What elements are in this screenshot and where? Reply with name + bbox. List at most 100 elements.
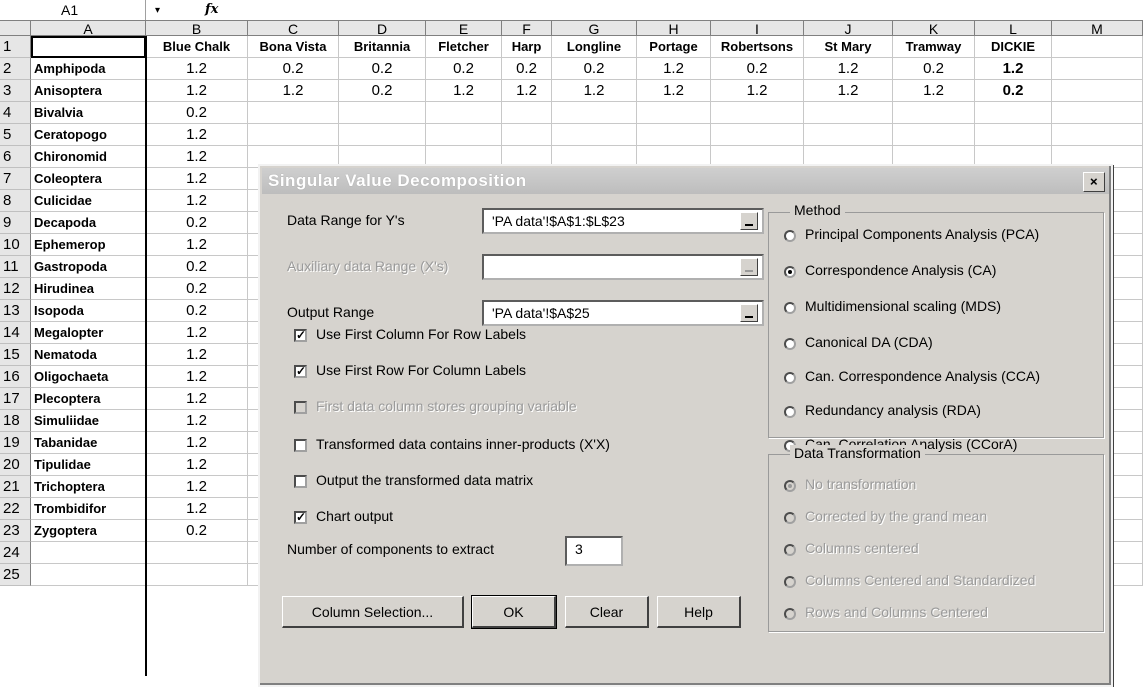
row-label[interactable]: Nematoda: [31, 344, 146, 366]
row-header-21[interactable]: 21: [0, 476, 31, 498]
checkbox-0[interactable]: ✓: [294, 329, 307, 342]
cell[interactable]: [248, 124, 339, 146]
cell[interactable]: [893, 124, 975, 146]
cell[interactable]: 1.2: [426, 80, 502, 102]
cell[interactable]: [637, 102, 711, 124]
cell[interactable]: [248, 102, 339, 124]
cell[interactable]: Tramway: [893, 36, 975, 58]
row-label[interactable]: Ephemerop: [31, 234, 146, 256]
cell[interactable]: 1.2: [146, 322, 248, 344]
row-header-16[interactable]: 16: [0, 366, 31, 388]
column-header-M[interactable]: M: [1052, 21, 1143, 37]
row-label[interactable]: Amphipoda: [31, 58, 146, 80]
row-label[interactable]: Trichoptera: [31, 476, 146, 498]
row-label[interactable]: Oligochaeta: [31, 366, 146, 388]
name-box-dropdown-icon[interactable]: ▾: [155, 0, 160, 22]
cell[interactable]: DICKIE: [975, 36, 1052, 58]
row-header-18[interactable]: 18: [0, 410, 31, 432]
method-radio-0[interactable]: [784, 230, 796, 242]
cell[interactable]: [31, 564, 146, 586]
row-header-8[interactable]: 8: [0, 190, 31, 212]
transform-radio-1[interactable]: [784, 512, 796, 524]
row-header-17[interactable]: 17: [0, 388, 31, 410]
cell[interactable]: [339, 102, 426, 124]
cell[interactable]: [339, 124, 426, 146]
row-label[interactable]: Simuliidae: [31, 410, 146, 432]
aux-range-input[interactable]: [482, 254, 764, 280]
row-header-20[interactable]: 20: [0, 454, 31, 476]
cell[interactable]: [1052, 58, 1143, 80]
row-header-7[interactable]: 7: [0, 168, 31, 190]
column-header-C[interactable]: C: [248, 21, 339, 37]
cell[interactable]: [426, 124, 502, 146]
cell[interactable]: 1.2: [146, 146, 248, 168]
row-label[interactable]: Hirudinea: [31, 278, 146, 300]
cell[interactable]: 1.2: [804, 58, 893, 80]
cell[interactable]: 1.2: [146, 388, 248, 410]
row-header-5[interactable]: 5: [0, 124, 31, 146]
cell[interactable]: 1.2: [637, 58, 711, 80]
cell[interactable]: 1.2: [804, 80, 893, 102]
cell[interactable]: [804, 102, 893, 124]
row-header-15[interactable]: 15: [0, 344, 31, 366]
row-header-23[interactable]: 23: [0, 520, 31, 542]
row-header-6[interactable]: 6: [0, 146, 31, 168]
cell[interactable]: [711, 102, 804, 124]
cell[interactable]: 0.2: [711, 58, 804, 80]
cell[interactable]: St Mary: [804, 36, 893, 58]
row-label[interactable]: Megalopter: [31, 322, 146, 344]
method-radio-5[interactable]: [784, 406, 796, 418]
cell[interactable]: [804, 124, 893, 146]
cell[interactable]: 0.2: [426, 58, 502, 80]
row-label[interactable]: Isopoda: [31, 300, 146, 322]
cell[interactable]: [711, 124, 804, 146]
cell[interactable]: [426, 102, 502, 124]
transform-radio-2[interactable]: [784, 544, 796, 556]
cell[interactable]: 1.2: [248, 80, 339, 102]
cell[interactable]: 1.2: [146, 498, 248, 520]
cell[interactable]: Longline: [552, 36, 637, 58]
cell[interactable]: 0.2: [339, 58, 426, 80]
select-all-corner[interactable]: [0, 21, 31, 36]
cell[interactable]: 1.2: [146, 432, 248, 454]
column-header-H[interactable]: H: [637, 21, 711, 37]
row-header-13[interactable]: 13: [0, 300, 31, 322]
cell[interactable]: 1.2: [711, 80, 804, 102]
cell[interactable]: 1.2: [146, 80, 248, 102]
cell[interactable]: 1.2: [146, 124, 248, 146]
row-label[interactable]: Anisoptera: [31, 80, 146, 102]
cell[interactable]: [975, 102, 1052, 124]
transform-radio-4[interactable]: [784, 608, 796, 620]
row-header-14[interactable]: 14: [0, 322, 31, 344]
row-header-2[interactable]: 2: [0, 58, 31, 80]
output-range-select-button[interactable]: [740, 304, 758, 322]
method-radio-1[interactable]: [784, 266, 796, 278]
checkbox-2[interactable]: [294, 401, 307, 414]
cell[interactable]: [502, 102, 552, 124]
row-label[interactable]: Chironomid: [31, 146, 146, 168]
cell[interactable]: 0.2: [146, 300, 248, 322]
row-header-12[interactable]: 12: [0, 278, 31, 300]
cell[interactable]: [1052, 124, 1143, 146]
clear-button[interactable]: Clear: [565, 596, 649, 628]
cell[interactable]: [31, 542, 146, 564]
column-header-I[interactable]: I: [711, 21, 804, 37]
row-header-1[interactable]: 1: [0, 36, 31, 58]
cell[interactable]: 1.2: [975, 58, 1052, 80]
cell[interactable]: 1.2: [637, 80, 711, 102]
cell[interactable]: 0.2: [893, 58, 975, 80]
cell[interactable]: 0.2: [248, 58, 339, 80]
cell[interactable]: 0.2: [146, 520, 248, 542]
cell[interactable]: 0.2: [339, 80, 426, 102]
row-label[interactable]: Ceratopogo: [31, 124, 146, 146]
cell[interactable]: 1.2: [552, 80, 637, 102]
row-label[interactable]: Tipulidae: [31, 454, 146, 476]
row-label[interactable]: Bivalvia: [31, 102, 146, 124]
cell[interactable]: 0.2: [502, 58, 552, 80]
checkbox-3[interactable]: [294, 439, 307, 452]
cell[interactable]: 1.2: [146, 344, 248, 366]
column-header-A[interactable]: A: [31, 21, 146, 37]
cell[interactable]: [552, 124, 637, 146]
cell[interactable]: Portage: [637, 36, 711, 58]
aux-range-select-button[interactable]: [740, 258, 758, 276]
